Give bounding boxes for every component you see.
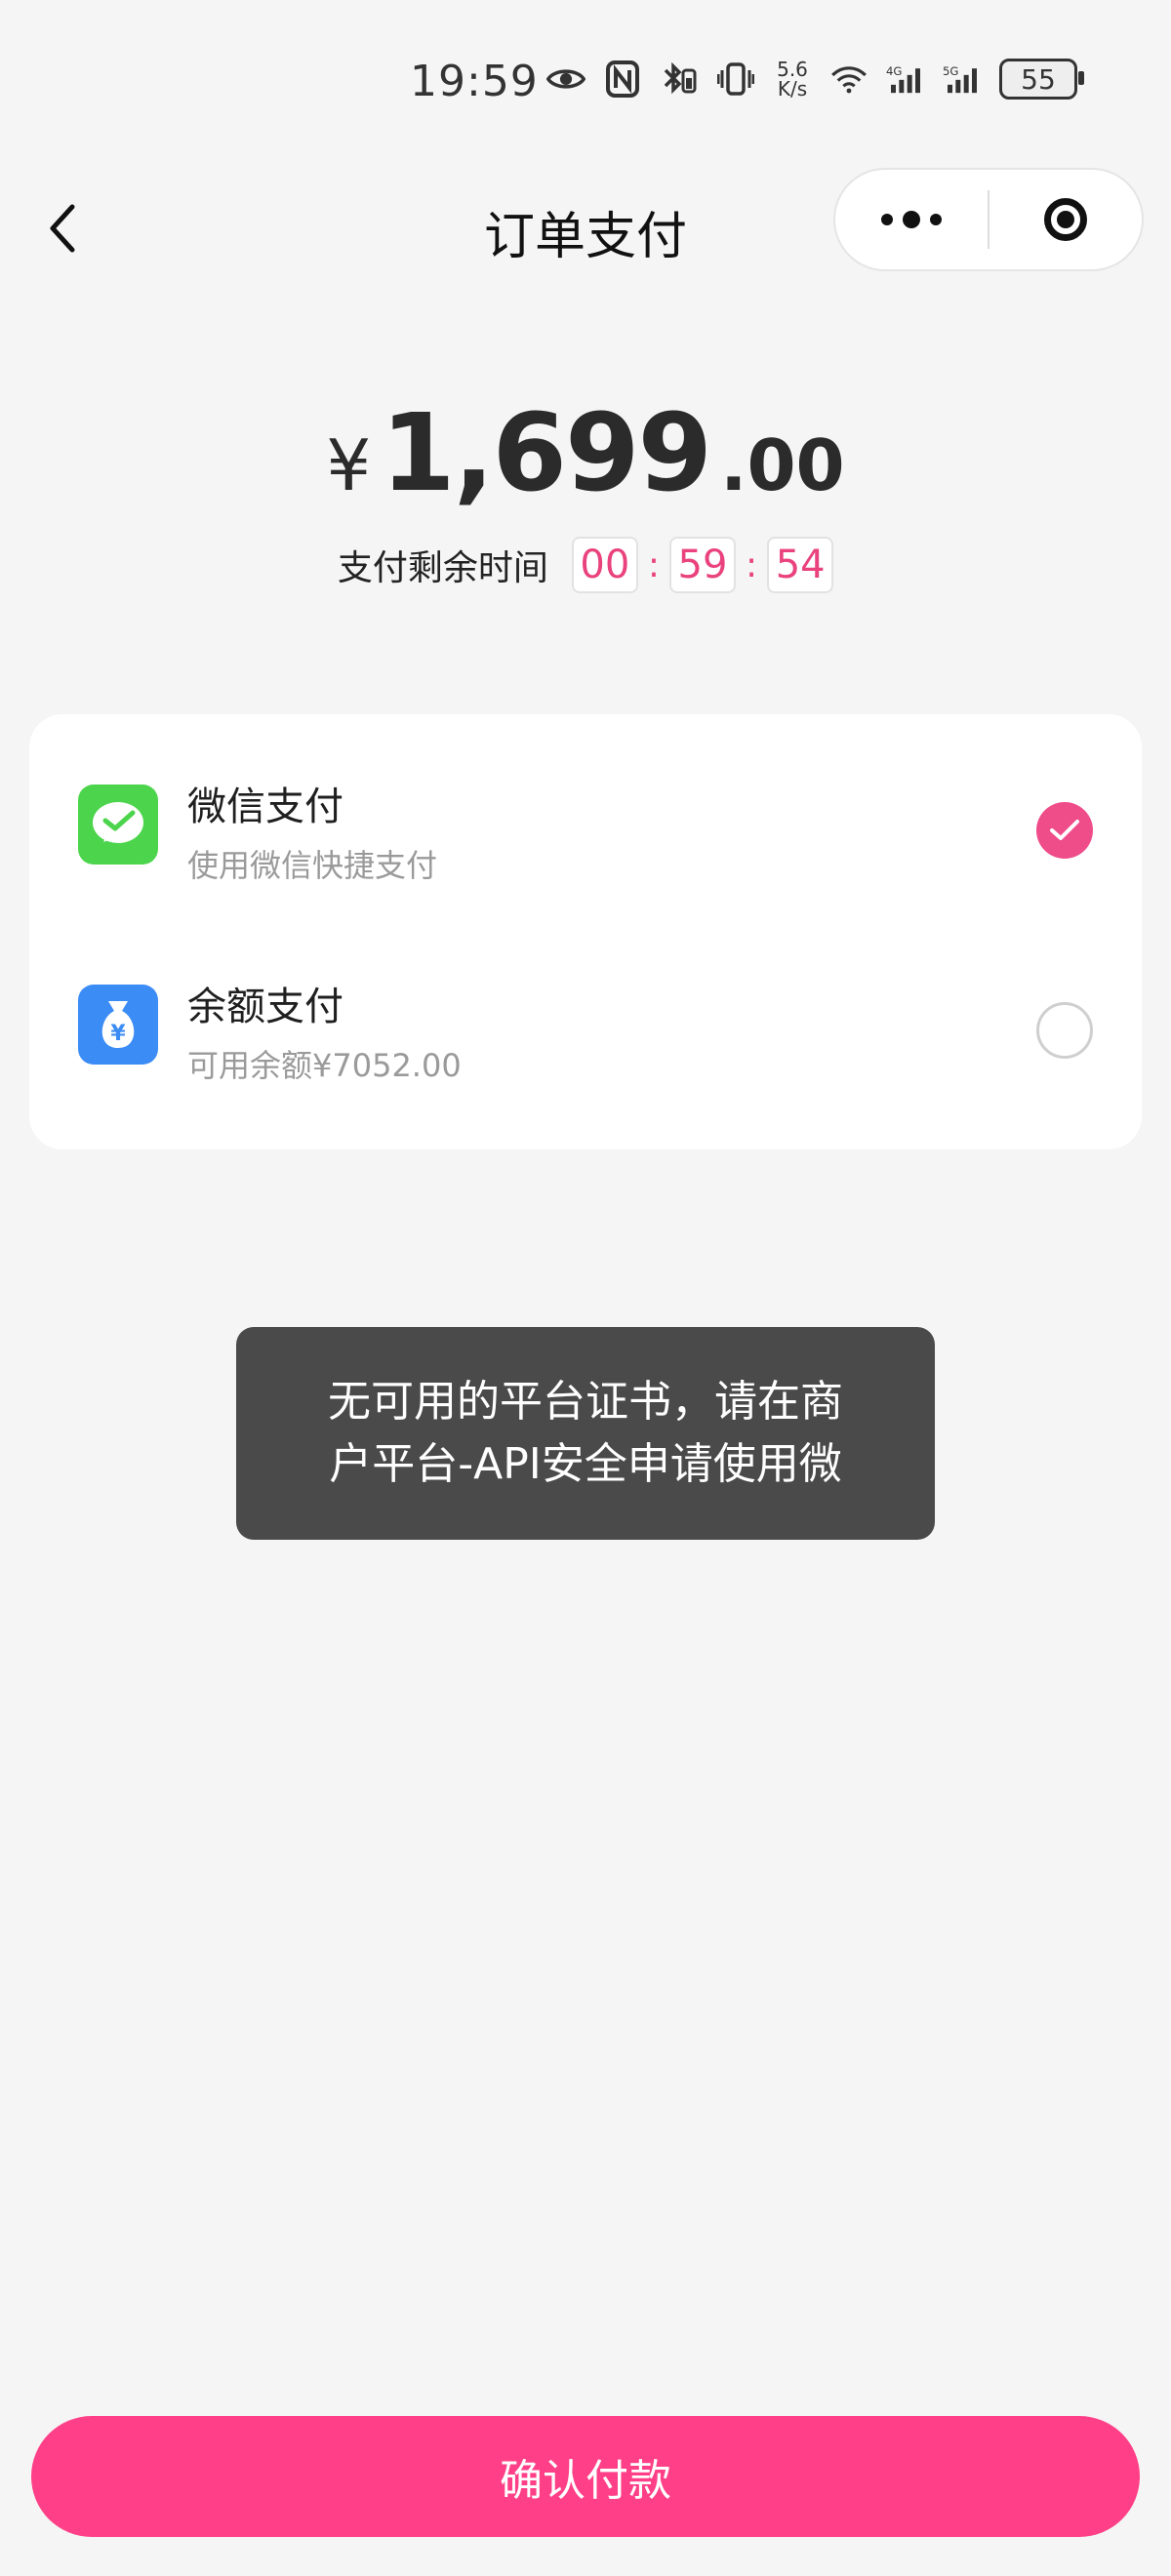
error-toast: 无可用的平台证书，请在商 户平台-API安全申请使用微: [236, 1327, 935, 1540]
signal-5g-icon: 5G: [943, 60, 982, 99]
payment-option-balance[interactable]: ¥ 余额支付 可用余额¥7052.00: [29, 914, 1142, 1114]
eye-icon: [546, 60, 586, 99]
bluetooth-icon: [660, 60, 699, 99]
more-button[interactable]: [835, 168, 988, 271]
wifi-6-icon: [829, 60, 868, 99]
money-bag-icon: ¥: [78, 985, 158, 1065]
signal-4g-icon: 4G: [886, 60, 925, 99]
payment-amount: ¥ 1,699 .00: [0, 390, 1171, 515]
mini-program-capsule: [833, 168, 1144, 271]
payment-option-title: 微信支付: [187, 785, 343, 829]
countdown-label: 支付剩余时间: [337, 548, 548, 588]
more-dots-icon: [881, 211, 942, 228]
countdown-separator: :: [746, 544, 758, 585]
svg-text:¥: ¥: [110, 1022, 126, 1046]
amount-currency: ¥: [326, 424, 372, 506]
wechat-pay-icon: [78, 785, 158, 865]
payment-radio-unselected[interactable]: [1036, 1002, 1093, 1059]
amount-decimal: .00: [720, 424, 845, 506]
countdown-minutes: 59: [669, 537, 736, 593]
countdown-hours: 00: [571, 537, 638, 593]
check-icon: [1050, 820, 1079, 840]
net-speed-value: 5.6: [777, 58, 808, 81]
payment-option-title: 余额支付: [187, 985, 343, 1029]
battery-level: 55: [1021, 62, 1056, 96]
payment-option-wechat[interactable]: 微信支付 使用微信快捷支付: [29, 714, 1142, 914]
close-mini-program-button[interactable]: [989, 168, 1142, 271]
toast-line-1: 无可用的平台证书，请在商: [328, 1377, 843, 1427]
payment-method-card: 微信支付 使用微信快捷支付 ¥ 余额支付 可用余额¥7052.00: [29, 714, 1142, 1149]
toast-line-2: 户平台-API安全申请使用微: [329, 1439, 842, 1489]
countdown-seconds: 54: [767, 537, 834, 593]
target-ring-icon: [1043, 198, 1087, 241]
status-bar: 19:59 5.6 K/s 4G 5G 55: [0, 0, 1171, 166]
payment-radio-selected[interactable]: [1036, 802, 1093, 859]
payment-option-subtitle: 使用微信快捷支付: [187, 847, 438, 884]
net-speed: 5.6 K/s: [773, 60, 812, 99]
status-icons: 5.6 K/s 4G 5G 55: [546, 59, 1084, 100]
svg-text:5G: 5G: [943, 64, 958, 78]
status-time: 19:59: [410, 57, 539, 106]
vibrate-icon: [716, 60, 755, 99]
nav-bar: 订单支付: [0, 166, 1171, 275]
countdown-separator: :: [647, 544, 660, 585]
payment-countdown: 支付剩余时间 00 : 59 : 54: [0, 537, 1171, 593]
net-speed-unit: K/s: [777, 77, 808, 101]
amount-integer: 1,699: [381, 390, 712, 515]
svg-text:4G: 4G: [886, 64, 902, 78]
battery-indicator: 55: [999, 59, 1084, 100]
confirm-payment-button[interactable]: 确认付款: [31, 2416, 1140, 2537]
payment-option-subtitle: 可用余额¥7052.00: [187, 1047, 462, 1084]
nfc-icon: [603, 60, 642, 99]
